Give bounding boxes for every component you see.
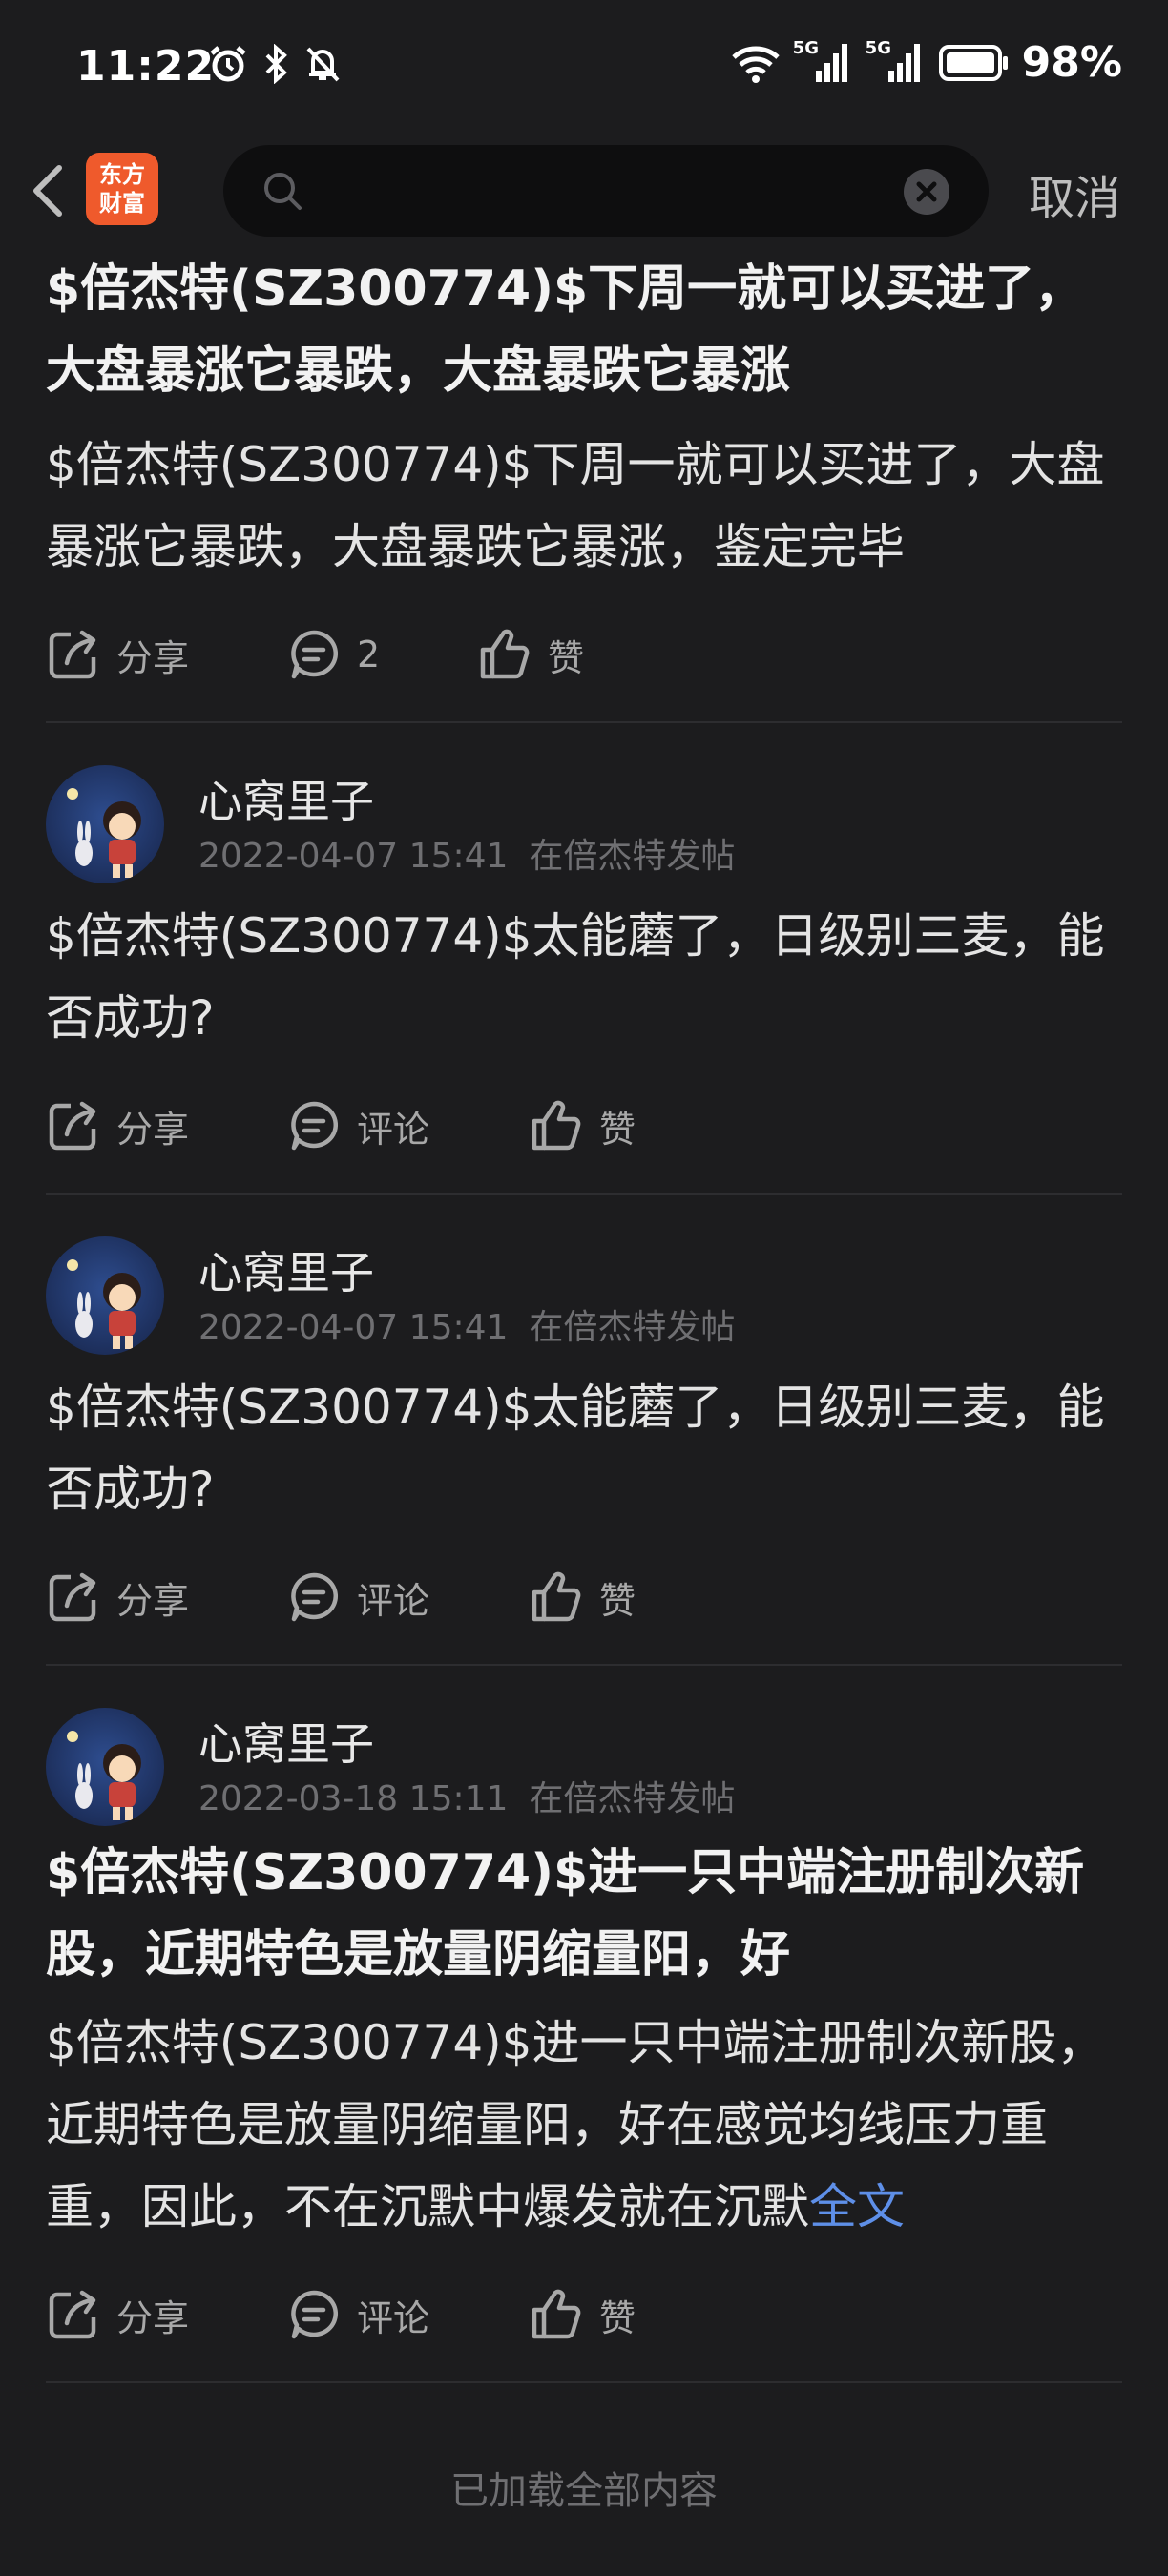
thumbs-up-icon <box>532 1571 581 1622</box>
like-button[interactable]: 赞 <box>529 1098 636 1153</box>
avatar[interactable] <box>46 1236 164 1355</box>
avatar[interactable] <box>46 765 164 883</box>
post-actions: 分享 2 赞 <box>46 588 1122 721</box>
status-icons-left <box>208 44 342 84</box>
share-icon <box>49 2290 96 2339</box>
post-date: 2022-03-18 15:11 <box>198 1779 509 1818</box>
like-label: 赞 <box>599 1108 636 1151</box>
share-icon <box>49 1101 96 1151</box>
share-button[interactable]: 分享 <box>46 627 286 682</box>
post-actions: 分享 评论 赞 <box>46 1059 1122 1193</box>
signal-icon: 5G <box>793 38 854 84</box>
post-header: 心窝里子 2022-04-07 15:41 在倍杰特发帖 <box>46 723 1122 883</box>
comment-button[interactable]: 评论 <box>286 1569 529 1625</box>
comment-icon <box>291 630 339 679</box>
post-location: 在倍杰特发帖 <box>529 1308 736 1347</box>
post-actions: 分享 评论 赞 <box>46 1530 1122 1664</box>
share-label: 分享 <box>116 1108 190 1151</box>
avatar-image <box>67 1731 141 1820</box>
bluetooth-icon <box>265 44 287 84</box>
thumbs-up-icon <box>532 2289 581 2339</box>
status-bar: 11:22 5G 5G 98% <box>0 0 1168 134</box>
post-meta: 2022-03-18 15:11 在倍杰特发帖 <box>198 1771 735 1820</box>
post-body[interactable]: $倍杰特(SZ300774)$下周一就可以买进了，大盘暴涨它暴跌，大盘暴跌它暴涨… <box>46 424 1122 588</box>
share-button[interactable]: 分享 <box>46 1569 286 1625</box>
clear-icon[interactable] <box>903 168 950 216</box>
search-bar[interactable] <box>223 145 989 237</box>
wifi-icon <box>731 46 780 83</box>
share-label: 分享 <box>116 1579 190 1622</box>
app-logo[interactable]: 东方 财富 <box>86 153 158 225</box>
like-button[interactable]: 赞 <box>529 2287 636 2342</box>
post-location: 在倍杰特发帖 <box>529 837 736 876</box>
comment-label: 评论 <box>357 1579 430 1622</box>
search-icon <box>264 173 302 210</box>
post-body[interactable]: $倍杰特(SZ300774)$太能蘑了，日级别三麦，能否成功? <box>46 895 1122 1059</box>
comment-button[interactable]: 评论 <box>286 1098 529 1153</box>
post-body[interactable]: $倍杰特(SZ300774)$太能蘑了，日级别三麦，能否成功? <box>46 1366 1122 1530</box>
post-card[interactable]: 心窝里子 2022-03-18 15:11 在倍杰特发帖 $倍杰特(SZ30077… <box>46 1666 1122 2383</box>
avatar[interactable] <box>46 1708 164 1826</box>
post-card[interactable]: $倍杰特(SZ300774)$下周一就可以买进了，大盘暴涨它暴跌，大盘暴跌它暴涨… <box>46 248 1122 723</box>
status-icons-right: 5G 5G 98% <box>730 38 1122 87</box>
search-input[interactable] <box>319 164 882 218</box>
post-feed: $倍杰特(SZ300774)$下周一就可以买进了，大盘暴涨它暴跌，大盘暴跌它暴涨… <box>46 248 1122 2383</box>
back-arrow-icon[interactable] <box>25 160 71 221</box>
share-label: 分享 <box>116 636 190 679</box>
battery-icon <box>938 44 1008 81</box>
comment-button[interactable]: 2 <box>286 627 477 682</box>
comment-button[interactable]: 评论 <box>286 2287 529 2342</box>
signal-icon-2: 5G <box>866 38 927 84</box>
author-name[interactable]: 心窝里子 <box>198 767 374 830</box>
post-date: 2022-04-07 15:41 <box>198 1308 509 1347</box>
post-actions: 分享 评论 赞 <box>46 2248 1122 2381</box>
like-label: 赞 <box>599 2296 636 2339</box>
status-time: 11:22 <box>76 42 216 91</box>
search-header: 东方 财富 取消 <box>0 134 1168 248</box>
battery-percent: 98% <box>1021 38 1122 87</box>
comment-icon <box>291 1572 339 1622</box>
like-label: 赞 <box>599 1579 636 1622</box>
avatar-image <box>67 788 141 878</box>
load-complete-text: 已加载全部内容 <box>450 2469 718 2513</box>
avatar-image <box>67 1259 141 1349</box>
post-meta: 2022-04-07 15:41 在倍杰特发帖 <box>198 1299 735 1349</box>
comment-label: 评论 <box>357 1108 430 1151</box>
post-header: 心窝里子 2022-03-18 15:11 在倍杰特发帖 <box>46 1666 1122 1826</box>
post-meta: 2022-04-07 15:41 在倍杰特发帖 <box>198 828 735 878</box>
post-date: 2022-04-07 15:41 <box>198 837 509 876</box>
read-full-link[interactable]: 全文 <box>809 2179 905 2234</box>
post-title[interactable]: $倍杰特(SZ300774)$下周一就可以买进了，大盘暴涨它暴跌，大盘暴跌它暴涨 <box>46 248 1122 412</box>
author-name[interactable]: 心窝里子 <box>198 1238 374 1301</box>
post-location: 在倍杰特发帖 <box>529 1779 736 1818</box>
logo-text-2: 财富 <box>99 190 145 217</box>
thumbs-up-icon <box>532 1100 581 1151</box>
author-name[interactable]: 心窝里子 <box>198 1710 374 1773</box>
mute-bell-icon <box>306 47 340 82</box>
thumbs-up-icon <box>480 629 530 679</box>
post-title[interactable]: $倍杰特(SZ300774)$进一只中端注册制次新股，近期特色是放量阴缩量阳，好 <box>46 1832 1122 1996</box>
like-button[interactable]: 赞 <box>529 1569 636 1625</box>
share-button[interactable]: 分享 <box>46 1098 286 1153</box>
cancel-button[interactable]: 取消 <box>1029 160 1120 227</box>
alarm-icon <box>210 46 246 82</box>
comment-icon <box>291 1101 339 1151</box>
post-body[interactable]: $倍杰特(SZ300774)$进一只中端注册制次新股，近期特色是放量阴缩量阳，好… <box>46 2002 1122 2248</box>
like-label: 赞 <box>548 636 585 679</box>
logo-text-1: 东方 <box>99 161 145 188</box>
comment-icon <box>291 2290 339 2339</box>
share-icon <box>49 1572 96 1622</box>
share-icon <box>49 630 96 679</box>
share-button[interactable]: 分享 <box>46 2287 286 2342</box>
comment-count: 2 <box>357 634 381 675</box>
share-label: 分享 <box>116 2296 190 2339</box>
post-card[interactable]: 心窝里子 2022-04-07 15:41 在倍杰特发帖 $倍杰特(SZ30077… <box>46 1195 1122 1666</box>
comment-label: 评论 <box>357 2296 430 2339</box>
like-button[interactable]: 赞 <box>477 627 584 682</box>
post-body-text: $倍杰特(SZ300774)$进一只中端注册制次新股，近期特色是放量阴缩量阳，好… <box>46 2015 1105 2234</box>
post-body-wrap: $倍杰特(SZ300774)$进一只中端注册制次新股，近期特色是放量阴缩量阳，好… <box>46 2002 1122 2248</box>
post-header: 心窝里子 2022-04-07 15:41 在倍杰特发帖 <box>46 1195 1122 1355</box>
post-card[interactable]: 心窝里子 2022-04-07 15:41 在倍杰特发帖 $倍杰特(SZ30077… <box>46 723 1122 1195</box>
